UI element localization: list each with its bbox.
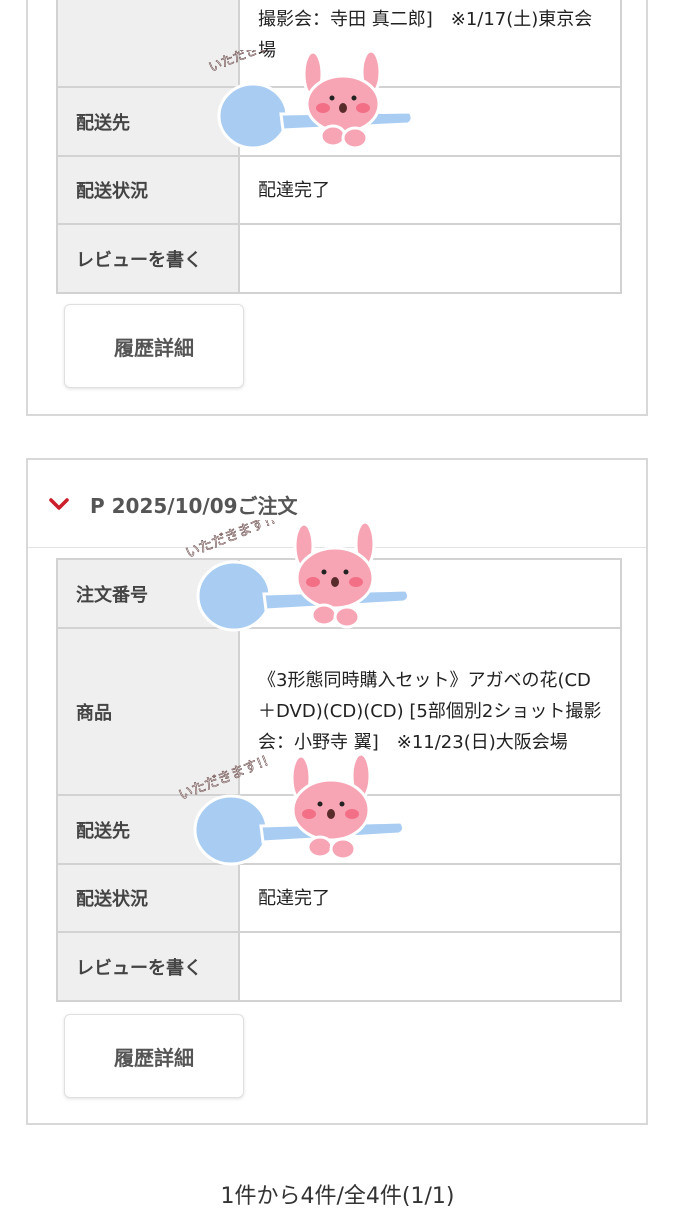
table-row: 注文番号 bbox=[56, 558, 622, 629]
order-number-value bbox=[238, 558, 622, 629]
row-label: 配送状況 bbox=[56, 155, 240, 225]
product-value: 撮影会：寺田 真二郎] ※1/17(土)東京会場 bbox=[238, 0, 622, 88]
history-detail-button[interactable]: 履歴詳細 bbox=[64, 304, 244, 388]
row-label: 配送状況 bbox=[56, 863, 240, 933]
row-label: 商品 bbox=[56, 0, 240, 88]
row-label: 配送先 bbox=[56, 794, 240, 865]
row-label: 配送先 bbox=[56, 86, 240, 157]
delivery-status-value: 配達完了 bbox=[238, 863, 622, 933]
order-card: P 2025/10/09ご注文 注文番号 商品 《3形態同時購入セット》アガベの… bbox=[26, 458, 648, 1125]
write-review-value[interactable] bbox=[238, 223, 622, 294]
table-row: 配送状況 配達完了 bbox=[56, 155, 622, 225]
delivery-status-value: 配達完了 bbox=[238, 155, 622, 225]
table-row: 商品 撮影会：寺田 真二郎] ※1/17(土)東京会場 bbox=[56, 0, 622, 88]
table-row: 配送状況 配達完了 bbox=[56, 863, 622, 933]
table-row: 配送先 bbox=[56, 86, 622, 157]
write-review-label[interactable]: レビューを書く bbox=[56, 931, 240, 1002]
history-detail-button[interactable]: 履歴詳細 bbox=[64, 1014, 244, 1098]
table-row: 配送先 bbox=[56, 794, 622, 865]
order-detail-table: 商品 撮影会：寺田 真二郎] ※1/17(土)東京会場 配送先 配送状況 配達完… bbox=[56, 0, 622, 294]
product-value: 《3形態同時購入セット》アガベの花(CD＋DVD)(CD)(CD) [5部個別2… bbox=[238, 627, 622, 796]
order-header[interactable]: P 2025/10/09ご注文 bbox=[28, 460, 646, 548]
order-title: P 2025/10/09ご注文 bbox=[90, 494, 298, 518]
write-review-label[interactable]: レビューを書く bbox=[56, 223, 240, 294]
table-row[interactable]: レビューを書く bbox=[56, 931, 622, 1002]
pagination-summary: 1件から4件/全4件(1/1) bbox=[220, 1184, 455, 1209]
shipping-address-value bbox=[238, 794, 622, 865]
shipping-address-value bbox=[238, 86, 622, 157]
order-detail-table: 注文番号 商品 《3形態同時購入セット》アガベの花(CD＋DVD)(CD)(CD… bbox=[56, 558, 622, 1002]
row-label: 注文番号 bbox=[56, 558, 240, 629]
order-card: 商品 撮影会：寺田 真二郎] ※1/17(土)東京会場 配送先 配送状況 配達完… bbox=[26, 0, 648, 416]
table-row: 商品 《3形態同時購入セット》アガベの花(CD＋DVD)(CD)(CD) [5部… bbox=[56, 627, 622, 796]
table-row[interactable]: レビューを書く bbox=[56, 223, 622, 294]
chevron-down-icon[interactable] bbox=[48, 493, 70, 515]
row-label: 商品 bbox=[56, 627, 240, 796]
write-review-value[interactable] bbox=[238, 931, 622, 1002]
